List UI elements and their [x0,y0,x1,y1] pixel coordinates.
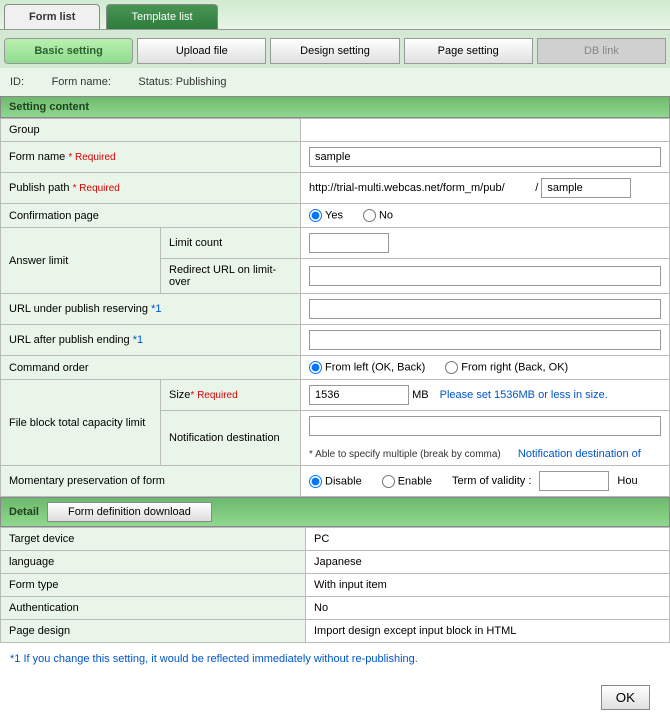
ok-button[interactable]: OK [601,685,650,710]
row-fileblock-label: File block total capacity limit [1,380,161,466]
tab-form-list[interactable]: Form list [4,4,100,29]
form-name-label: Form name: [52,76,111,88]
row-command-label: Command order [1,356,301,380]
row-confirm-label: Confirmation page [1,204,301,228]
tab-db-link: DB link [537,38,666,64]
row-limitcount-label: Limit count [161,228,301,259]
status-value: Publishing [176,76,227,88]
row-url-reserving-label: URL under publish reserving *1 [1,294,301,325]
detail-title: Detail [9,506,39,518]
row-publishpath-label: Publish path * Required [1,173,301,204]
form-name-input[interactable] [309,147,661,167]
form-definition-download-button[interactable]: Form definition download [47,502,212,522]
footnote: *1 If you change this setting, it would … [0,643,670,675]
notif-note: * Able to specify multiple (break by com… [309,449,501,460]
row-size-label: Size* Required [161,380,301,411]
notif-link[interactable]: Notification destination of [518,448,641,460]
size-input[interactable] [309,385,409,405]
row-answerlimit-label: Answer limit [1,228,161,294]
top-tabs: Form list Template list [0,0,670,30]
detail-auth-label: Authentication [1,597,306,620]
term-validity-input[interactable] [539,471,609,491]
detail-formtype-label: Form type [1,574,306,597]
url-reserving-text: URL under publish reserving [9,303,148,315]
row-group-label: Group [1,119,301,142]
row-redirect-label: Redirect URL on limit-over [161,259,301,294]
publishpath-text: Publish path [9,182,70,194]
info-bar: ID: Form name: Status: Publishing [0,68,670,96]
url-ending-input[interactable] [309,330,661,350]
row-momentary-label: Momentary preservation of form [1,466,301,497]
term-unit: Hou [617,475,637,487]
notif-dest-input[interactable] [309,416,661,436]
ref-mark: *1 [151,303,161,315]
radio-from-right[interactable]: From right (Back, OK) [445,361,568,374]
redirect-url-input[interactable] [309,266,661,286]
term-validity-label: Term of validity : [452,475,531,487]
radio-from-left[interactable]: From left (OK, Back) [309,361,425,374]
detail-pagedesign-value: Import design except input block in HTML [306,620,670,643]
required-mark: * Required [68,152,115,163]
id-label: ID: [10,76,24,88]
detail-language-value: Japanese [306,551,670,574]
publish-path-input[interactable] [541,178,631,198]
tab-design-setting[interactable]: Design setting [270,38,399,64]
required-mark: * Required [190,390,237,401]
publish-path-prefix: http://trial-multi.webcas.net/form_m/pub… [309,182,505,194]
row-group-value [301,119,670,142]
formname-text: Form name [9,151,65,163]
tab-basic-setting[interactable]: Basic setting [4,38,133,64]
size-hint: Please set 1536MB or less in size. [440,389,608,401]
tab-page-setting[interactable]: Page setting [404,38,533,64]
section-setting-content: Setting content [0,96,670,118]
radio-yes[interactable]: Yes [309,209,343,222]
detail-table: Target devicePC languageJapanese Form ty… [0,527,670,643]
size-text: Size [169,389,190,401]
url-reserving-input[interactable] [309,299,661,319]
size-unit: MB [412,389,429,401]
limit-count-input[interactable] [309,233,389,253]
row-url-ending-label: URL after publish ending *1 [1,325,301,356]
radio-enable[interactable]: Enable [382,475,432,488]
sub-tabs: Basic setting Upload file Design setting… [0,30,670,68]
detail-language-label: language [1,551,306,574]
detail-formtype-value: With input item [306,574,670,597]
tab-upload-file[interactable]: Upload file [137,38,266,64]
status-label: Status: [138,76,172,88]
ref-mark: *1 [133,334,143,346]
radio-no[interactable]: No [363,209,393,222]
required-mark: * Required [73,183,120,194]
detail-pagedesign-label: Page design [1,620,306,643]
row-notif-label: Notification destination [161,411,301,466]
settings-table: Group Form name * Required Publish path … [0,118,670,497]
row-formname-label: Form name * Required [1,142,301,173]
detail-target-value: PC [306,528,670,551]
detail-target-label: Target device [1,528,306,551]
url-ending-text: URL after publish ending [9,334,130,346]
section-detail: Detail Form definition download [0,497,670,527]
detail-auth-value: No [306,597,670,620]
tab-template-list[interactable]: Template list [106,4,217,29]
radio-disable[interactable]: Disable [309,475,362,488]
